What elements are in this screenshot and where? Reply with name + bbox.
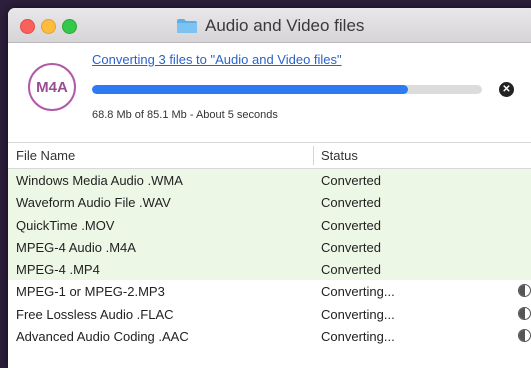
close-window-button[interactable]	[20, 19, 35, 34]
window-title-group: Audio and Video files	[176, 16, 364, 36]
table-row[interactable]: Waveform Audio File .WAV Converted	[8, 191, 531, 214]
progress-spinner-icon	[518, 329, 531, 343]
conversion-progress-bar	[92, 85, 482, 94]
conversion-progress-fill	[92, 85, 408, 94]
status-cell: Converting...	[321, 306, 395, 322]
file-name-cell: Advanced Audio Coding .AAC	[16, 329, 189, 345]
file-name-column-header[interactable]: File Name	[16, 148, 75, 163]
column-divider[interactable]	[313, 146, 314, 165]
zoom-window-button[interactable]	[62, 19, 77, 34]
cancel-conversion-button[interactable]: ✕	[499, 82, 514, 97]
file-table-body: Windows Media Audio .WMA Converted Wavef…	[8, 169, 531, 347]
table-row[interactable]: Windows Media Audio .WMA Converted	[8, 169, 531, 192]
folder-icon	[177, 19, 197, 33]
file-name-cell: Windows Media Audio .WMA	[16, 173, 183, 188]
table-row[interactable]: Advanced Audio Coding .AAC Converting...	[8, 325, 531, 347]
status-cell: Converted	[321, 262, 381, 278]
progress-status-text: 68.8 Mb of 85.1 Mb - About 5 seconds	[92, 109, 278, 121]
status-cell: Converting...	[321, 284, 395, 300]
table-row[interactable]: Free Lossless Audio .FLAC Converting...	[8, 303, 531, 325]
converter-window: Audio and Video files M4A Converting 3 f…	[8, 8, 531, 368]
status-column-header[interactable]: Status	[321, 148, 358, 163]
status-cell: Converted	[321, 217, 381, 233]
table-row[interactable]: QuickTime .MOV Converted	[8, 213, 531, 236]
conversion-destination-link[interactable]: Converting 3 files to "Audio and Video f…	[92, 52, 342, 67]
file-table-header: File Name Status	[8, 142, 531, 169]
file-name-cell: MPEG-4 .MP4	[16, 262, 100, 278]
file-table: File Name Status Windows Media Audio .WM…	[8, 142, 531, 347]
window-title: Audio and Video files	[205, 16, 365, 35]
progress-spinner-icon	[518, 284, 531, 298]
status-cell: Converting...	[321, 329, 395, 345]
file-name-cell: Waveform Audio File .WAV	[16, 195, 171, 211]
title-bar: Audio and Video files	[8, 8, 531, 43]
status-cell: Converted	[321, 195, 381, 211]
progress-spinner-icon	[518, 306, 531, 320]
file-name-cell: MPEG-1 or MPEG-2.MP3	[16, 284, 165, 300]
file-name-cell: QuickTime .MOV	[16, 217, 115, 233]
file-name-cell: Free Lossless Audio .FLAC	[16, 306, 174, 322]
file-name-cell: MPEG-4 Audio .M4A	[16, 239, 136, 255]
table-row[interactable]: MPEG-1 or MPEG-2.MP3 Converting...	[8, 280, 531, 302]
minimize-window-button[interactable]	[41, 19, 56, 34]
close-icon: ✕	[502, 84, 511, 95]
m4a-logo: M4A	[28, 63, 76, 111]
table-row[interactable]: MPEG-4 Audio .M4A Converted	[8, 235, 531, 259]
status-cell: Converted	[321, 173, 381, 188]
status-cell: Converted	[321, 239, 381, 255]
table-row[interactable]: MPEG-4 .MP4 Converted	[8, 258, 531, 281]
